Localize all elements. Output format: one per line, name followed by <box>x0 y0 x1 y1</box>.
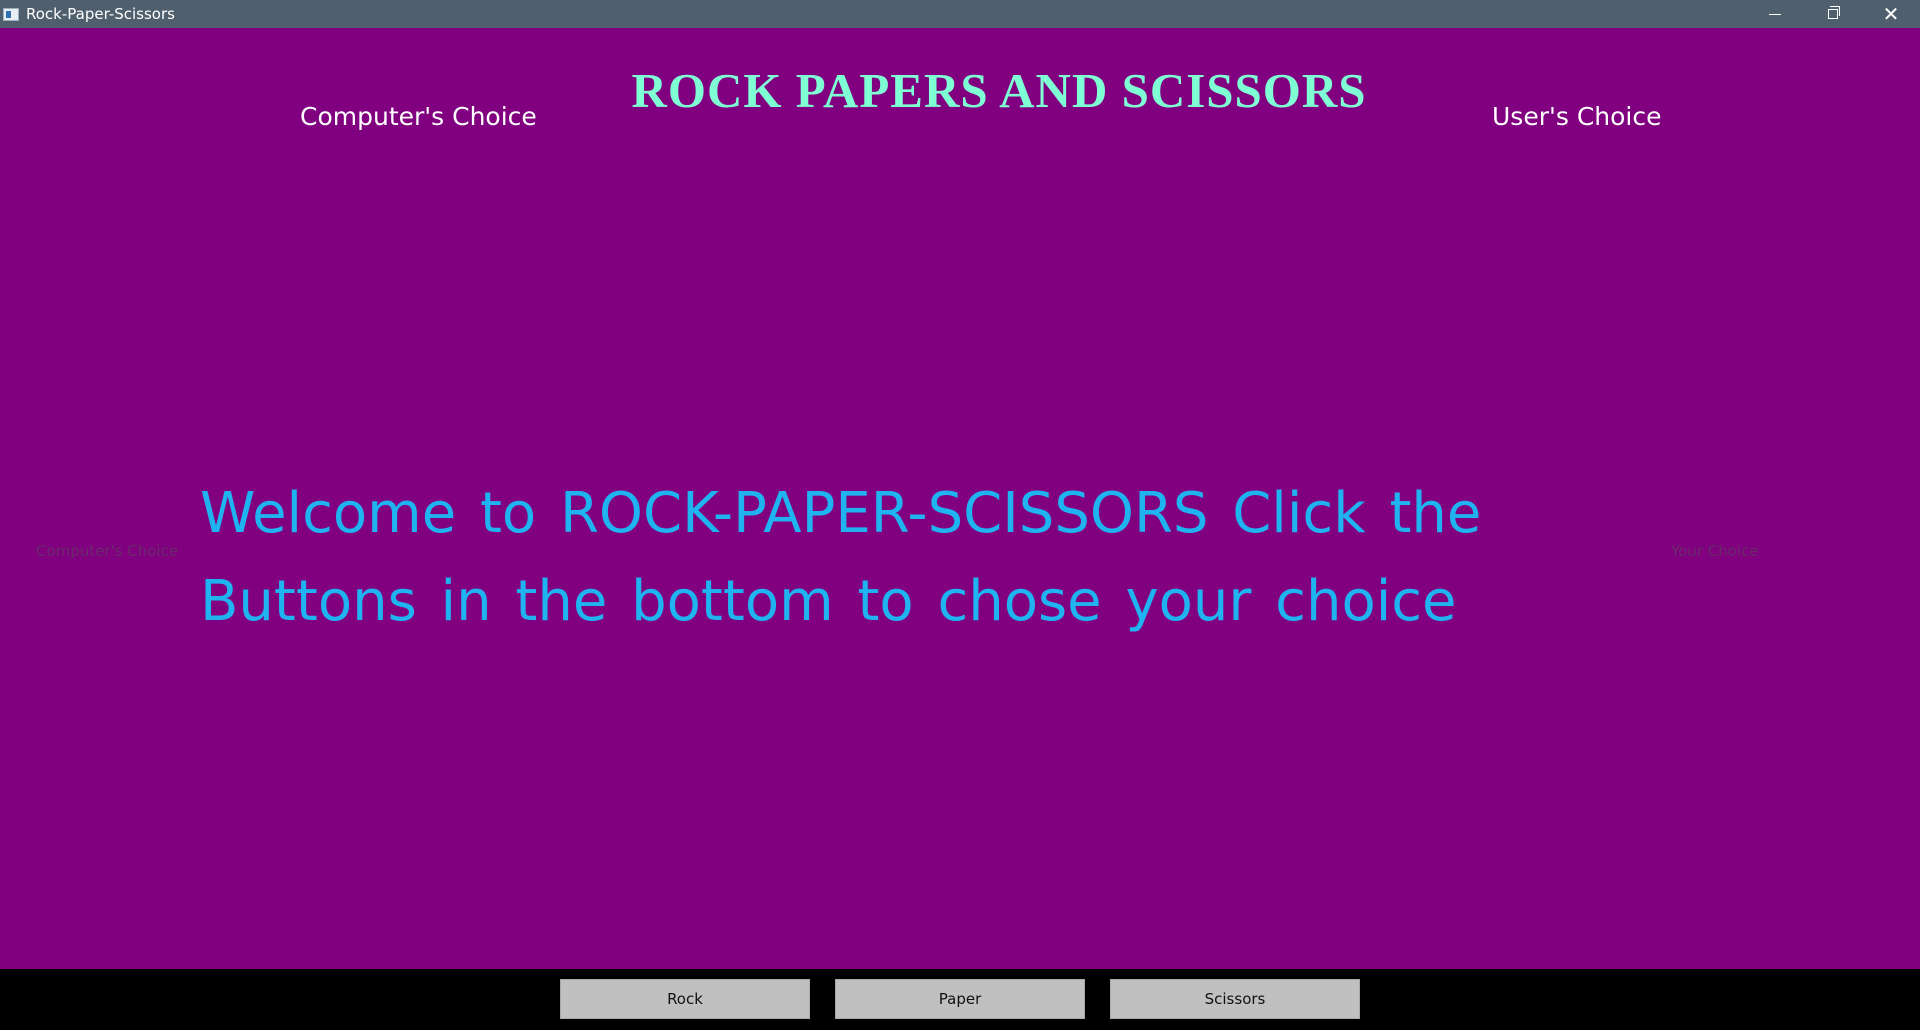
computer-choice-display: Computer's Choice <box>36 542 179 560</box>
close-button[interactable]: ✕ <box>1862 0 1920 28</box>
welcome-message: Welcome to ROCK-PAPER-SCISSORS Click the… <box>200 481 1482 634</box>
restore-icon <box>1828 6 1840 19</box>
title-bar[interactable]: Rock-Paper-Scissors ✕ <box>0 0 1920 28</box>
user-choice-display: Your Choice <box>1671 542 1759 560</box>
close-icon: ✕ <box>1882 2 1900 26</box>
window-title: Rock-Paper-Scissors <box>26 5 175 23</box>
app-window: Rock-Paper-Scissors ✕ ROCK PAPERS AND SC… <box>0 0 1920 1030</box>
computer-choice-header: Computer's Choice <box>300 102 537 131</box>
maximize-button[interactable] <box>1804 0 1862 28</box>
paper-button[interactable]: Paper <box>835 979 1085 1019</box>
minimize-icon <box>1769 13 1781 15</box>
app-window-icon <box>3 7 19 21</box>
button-bar: Rock Paper Scissors <box>0 969 1920 1030</box>
window-controls: ✕ <box>1746 0 1920 28</box>
user-choice-header: User's Choice <box>1492 102 1662 131</box>
minimize-button[interactable] <box>1746 0 1804 28</box>
scissors-button[interactable]: Scissors <box>1110 979 1360 1019</box>
rock-button[interactable]: Rock <box>560 979 810 1019</box>
